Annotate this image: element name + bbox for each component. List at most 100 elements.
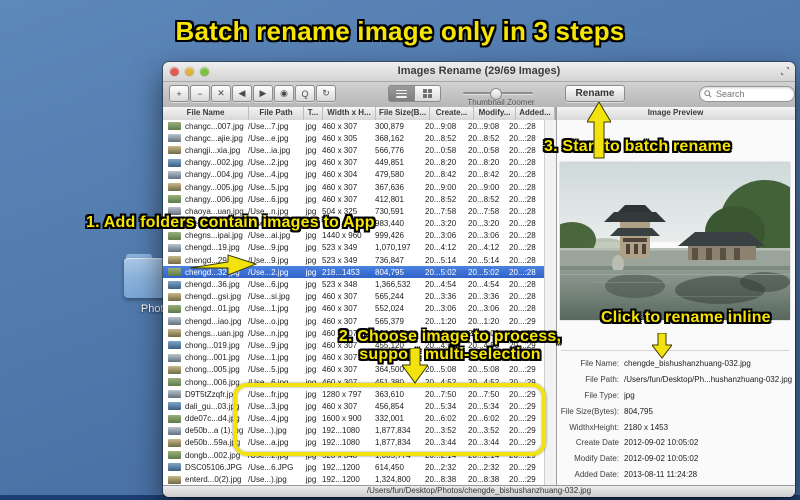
cell-added-date: 20...:28 <box>509 255 536 265</box>
metadata-value[interactable]: 2012-09-02 10:05:02 <box>624 454 698 463</box>
table-row[interactable]: changy...002.jpg /Use...2.jpg jpg 460 x … <box>163 157 544 169</box>
table-row[interactable]: enterd...0(2).jpg /Use...).jpg jpg 192..… <box>163 473 544 485</box>
metadata-list: File Name: chengde_bishushanzhuang-032.j… <box>557 356 795 482</box>
cell-file-type: jpg <box>305 316 317 326</box>
table-row[interactable]: changy...004.jpg /Use...4.jpg jpg 460 x … <box>163 169 544 181</box>
cell-file-name[interactable]: chengs...uan.jpg <box>185 329 248 338</box>
rename-button[interactable]: Rename <box>565 85 625 102</box>
step3-annotation: 3. Start to batch rename <box>544 138 732 155</box>
preview-photo <box>560 162 790 320</box>
cell-file-name[interactable]: chengd...01.jpg <box>185 304 248 313</box>
search-input[interactable] <box>714 87 780 100</box>
cell-modify-date: 20...5:14 <box>468 255 500 265</box>
cell-file-name[interactable]: chengd...iao.jpg <box>185 317 248 326</box>
cell-added-date: 20...:28 <box>509 121 536 131</box>
cell-file-name[interactable]: changy...004.jpg <box>185 170 248 179</box>
add-button[interactable]: + <box>169 85 189 102</box>
metadata-row: WidthxHeight: 2180 x 1453 <box>557 419 795 435</box>
cell-file-type: jpg <box>305 133 317 143</box>
image-preview-panel: File Name: chengde_bishushanzhuang-032.j… <box>557 120 795 486</box>
metadata-label: File Path: <box>585 375 619 385</box>
cell-file-name[interactable]: chong...005.jpg <box>185 365 248 374</box>
metadata-row: File Size(Bytes): 804,795 <box>557 403 795 419</box>
table-row[interactable]: changc...007.jpg /Use...7.jpg jpg 460 x … <box>163 120 544 132</box>
cell-file-name[interactable]: chengd...36.jpg <box>185 280 248 289</box>
file-thumbnail-icon <box>168 158 181 167</box>
cell-modify-date: 20...3:20 <box>468 219 500 229</box>
table-row[interactable]: changc...ajie.jpg /Use...e.jpg jpg 460 x… <box>163 132 544 144</box>
cell-file-path: /Use...9.jpg <box>248 340 289 350</box>
cell-file-size: 565,379 <box>375 316 404 326</box>
cell-file-name[interactable]: changji...xia.jpg <box>185 146 248 155</box>
column-header-create-date[interactable]: Create... <box>430 107 474 120</box>
cell-file-type: jpg <box>305 231 317 241</box>
next-button[interactable]: ▶ <box>253 85 273 102</box>
cell-file-name[interactable]: changc...007.jpg <box>185 122 248 131</box>
column-header-type[interactable]: T... <box>304 107 323 120</box>
metadata-value[interactable]: 804,795 <box>624 407 653 416</box>
previous-button[interactable]: ◀ <box>232 85 252 102</box>
thumbnail-zoomer-label: Thumbnail Zoomer <box>467 98 535 107</box>
table-row[interactable]: chengd...gsi.jpg /Use...si.jpg jpg 460 x… <box>163 291 544 303</box>
cell-modify-date: 20...4:54 <box>468 280 500 290</box>
status-bar: /Users/fun/Desktop/Photos/chengde_bishus… <box>163 485 795 497</box>
cell-file-name[interactable]: changc...ajie.jpg <box>185 134 248 143</box>
file-thumbnail-icon <box>168 353 181 362</box>
column-header-added-date[interactable]: Added... <box>516 107 555 120</box>
titlebar[interactable]: Images Rename (29/69 Images) <box>163 62 795 82</box>
cell-file-name[interactable]: DSC05106.JPG <box>185 463 248 472</box>
cell-create-date: 20...9:08 <box>425 121 457 131</box>
cell-modify-date: 20...5:02 <box>468 267 500 277</box>
metadata-value[interactable]: /Users/fun/Desktop/Ph...hushanzhuang-032… <box>624 375 792 384</box>
fullscreen-icon[interactable] <box>780 66 790 76</box>
inline-rename-down-arrow <box>652 333 672 359</box>
table-row[interactable]: chengd...36.jpg /Use...6.jpg jpg 523 x 3… <box>163 278 544 290</box>
cell-dimensions: 460 x 307 <box>322 182 358 192</box>
file-thumbnail-icon <box>168 463 181 472</box>
magnifier-button[interactable]: Q <box>295 85 315 102</box>
table-row[interactable]: changji...xia.jpg /Use...ia.jpg jpg 460 … <box>163 144 544 156</box>
cell-dimensions: 460 x 307 <box>322 194 358 204</box>
cell-dimensions: 218...1453 <box>322 267 360 277</box>
cell-file-name[interactable]: changy...006.jpg <box>185 195 248 204</box>
metadata-value[interactable]: jpg <box>624 391 635 400</box>
table-row[interactable]: changy...005.jpg /Use...5.jpg jpg 460 x … <box>163 181 544 193</box>
table-row[interactable]: DSC05106.JPG /Use...6.JPG jpg 192...1200… <box>163 461 544 473</box>
column-header-modify-date[interactable]: Modify... <box>474 107 516 120</box>
column-header-file-size[interactable]: File Size(B... <box>376 107 430 120</box>
cell-file-name[interactable]: changy...005.jpg <box>185 183 248 192</box>
delete-button[interactable]: ✕ <box>211 85 231 102</box>
cell-file-name[interactable]: chegns...ipai.jpg <box>185 231 248 240</box>
column-header-file-path[interactable]: File Path <box>249 107 304 120</box>
cell-file-name[interactable]: chong...001.jpg <box>185 353 248 362</box>
cell-file-path: /Use...ia.jpg <box>248 145 291 155</box>
cell-file-name[interactable]: changy...002.jpg <box>185 158 248 167</box>
cell-file-path: /Use...6.JPG <box>248 462 294 472</box>
metadata-value[interactable]: 2180 x 1453 <box>624 423 668 432</box>
table-row[interactable]: chong...005.jpg /Use...5.jpg jpg 460 x 3… <box>163 364 544 376</box>
cell-file-name[interactable]: chengd...gsi.jpg <box>185 292 248 301</box>
table-row[interactable]: chengd...01.jpg /Use...1.jpg jpg 460 x 3… <box>163 303 544 315</box>
metadata-value[interactable]: 2013-08-11 11:24:28 <box>624 470 697 479</box>
file-thumbnail-icon <box>168 134 181 143</box>
refresh-button[interactable]: ↻ <box>316 85 336 102</box>
cell-file-path: /Use...6.jpg <box>248 194 289 204</box>
column-header-dimensions[interactable]: Width x H... <box>323 107 376 120</box>
preview-eye-button[interactable]: ◉ <box>274 85 294 102</box>
file-thumbnail-icon <box>168 426 181 435</box>
cell-file-name[interactable]: enterd...0(2).jpg <box>185 475 248 484</box>
table-row[interactable]: changy...006.jpg /Use...6.jpg jpg 460 x … <box>163 193 544 205</box>
metadata-value[interactable]: 2012-09-02 10:05:02 <box>624 438 698 447</box>
cell-file-type: jpg <box>305 170 317 180</box>
cell-create-date: 20...9:00 <box>425 182 457 192</box>
remove-button[interactable]: − <box>190 85 210 102</box>
cell-file-name[interactable]: chong...019.jpg <box>185 341 248 350</box>
cell-file-type: jpg <box>305 145 317 155</box>
table-row[interactable]: chengd...iao.jpg /Use...o.jpg jpg 460 x … <box>163 315 544 327</box>
metadata-value[interactable]: chengde_bishushanzhuang-032.jpg <box>624 359 751 368</box>
search-field[interactable] <box>699 85 795 102</box>
cell-file-type: jpg <box>305 353 317 363</box>
column-header-file-name[interactable]: File Name <box>163 107 249 120</box>
list-view-button[interactable] <box>388 85 415 102</box>
cell-file-type: jpg <box>305 328 317 338</box>
